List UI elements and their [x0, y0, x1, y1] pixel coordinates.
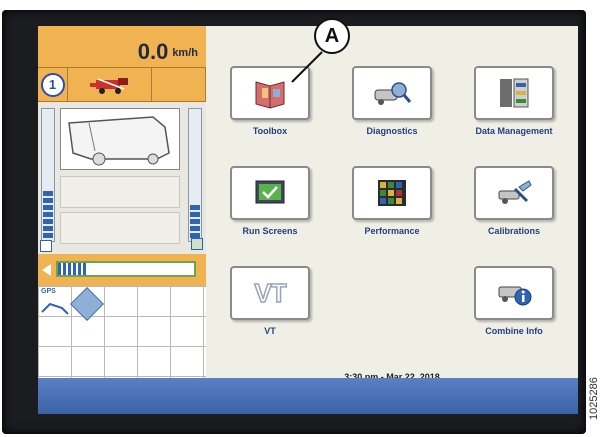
left-status-panel: 0.0 km/h 1 GPS: [38, 26, 206, 378]
app-diagnostics[interactable]: Diagnostics: [334, 66, 450, 136]
progress-bar: [56, 261, 196, 277]
app-launcher: Toolbox Diagnostics Data Management Run …: [206, 26, 578, 382]
combine-info-label: Combine Info: [485, 326, 543, 336]
combine-info-button[interactable]: [474, 266, 554, 320]
gps-label: GPS: [41, 288, 56, 295]
status-badge: 1: [40, 72, 65, 97]
arrow-icon: [42, 264, 51, 276]
bottom-bar: [38, 378, 578, 414]
vt-button[interactable]: VT: [230, 266, 310, 320]
status-badge-cell[interactable]: 1: [38, 68, 68, 102]
app-toolbox[interactable]: Toolbox: [212, 66, 328, 136]
speed-unit: km/h: [172, 47, 198, 59]
data-management-icon: [500, 78, 529, 108]
progress-fill: [58, 263, 88, 275]
left-level-bar: [41, 108, 55, 242]
callout-a: A: [314, 18, 350, 54]
run-screens-icon: [255, 180, 285, 204]
app-combine-info[interactable]: Combine Info: [456, 266, 572, 336]
app-data-management[interactable]: Data Management: [456, 66, 572, 136]
status-row: 1: [38, 68, 206, 102]
toolbox-button[interactable]: [230, 66, 310, 120]
combine-outline-icon: [68, 116, 170, 166]
performance-button[interactable]: [352, 166, 432, 220]
app-performance[interactable]: Performance: [334, 166, 450, 236]
vt-label: VT: [264, 326, 276, 336]
speed-readout: 0.0 km/h: [38, 26, 206, 68]
diagnostics-label: Diagnostics: [366, 126, 418, 136]
calibrations-label: Calibrations: [487, 226, 540, 236]
toolbox-book-icon: [255, 81, 285, 109]
data-management-button[interactable]: [474, 66, 554, 120]
performance-label: Performance: [364, 226, 420, 236]
app-vt[interactable]: VT VT: [212, 266, 328, 336]
vt-icon: VT: [254, 277, 288, 309]
combine-status-cell[interactable]: [68, 68, 152, 102]
display-screen: 0.0 km/h 1 GPS Toolbox Diagnostics Data …: [38, 26, 578, 414]
run-screens-label: Run Screens: [242, 226, 298, 236]
gps-tractor-icon: [41, 302, 69, 315]
screen-icon[interactable]: [191, 238, 203, 250]
app-calibrations[interactable]: Calibrations: [456, 166, 572, 236]
info-row-1[interactable]: [60, 176, 180, 208]
gps-map-grid[interactable]: GPS: [38, 286, 206, 378]
toolbox-label: Toolbox: [252, 126, 288, 136]
speed-value: 0.0: [137, 39, 169, 64]
right-level-bar: [188, 108, 202, 242]
combine-icon: [89, 77, 128, 94]
progress-row: [38, 254, 206, 286]
run-screens-button[interactable]: [230, 166, 310, 220]
app-run-screens[interactable]: Run Screens: [212, 166, 328, 236]
info-row-2[interactable]: [60, 212, 180, 244]
calibrations-icon: [498, 180, 532, 204]
performance-icon: [378, 180, 406, 206]
calibrations-button[interactable]: [474, 166, 554, 220]
empty-status-cell[interactable]: [152, 68, 206, 102]
figure-id: 1025286: [588, 377, 600, 420]
diagnostics-button[interactable]: [352, 66, 432, 120]
data-management-label: Data Management: [475, 126, 553, 136]
machine-outline[interactable]: [60, 108, 180, 170]
diagnostics-icon: [374, 82, 412, 105]
machine-status-area: [38, 102, 206, 254]
combine-info-icon: [498, 286, 532, 306]
gps-position-icon: [70, 287, 104, 321]
zoom-icon[interactable]: [40, 240, 52, 252]
